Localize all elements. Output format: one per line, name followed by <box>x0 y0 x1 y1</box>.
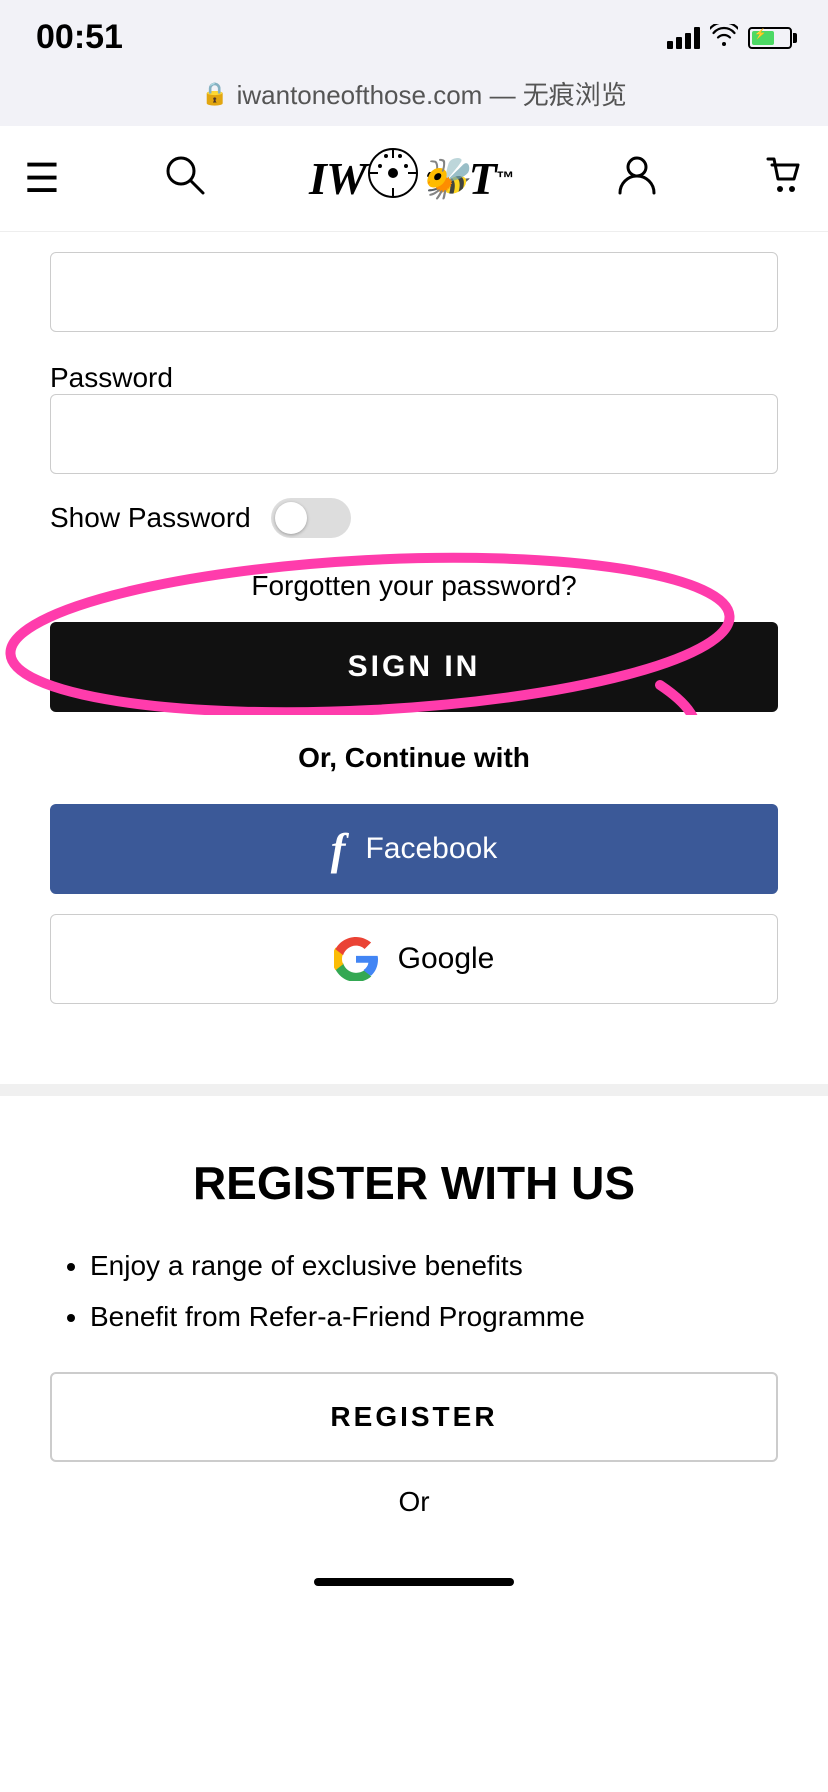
sign-in-container: Forgotten your password? SIGN IN <box>50 570 778 712</box>
bottom-or-label: Or <box>50 1486 778 1518</box>
register-benefits-list: Enjoy a range of exclusive benefits Bene… <box>50 1246 778 1336</box>
search-icon[interactable] <box>163 153 205 205</box>
facebook-login-button[interactable]: f Facebook <box>50 804 778 894</box>
facebook-label: Facebook <box>365 832 497 866</box>
status-time: 00:51 <box>36 18 123 57</box>
benefit-item-1: Enjoy a range of exclusive benefits <box>90 1246 778 1285</box>
site-logo[interactable]: I W 🐝 T ™ <box>309 146 513 211</box>
register-title: REGISTER WITH US <box>50 1156 778 1210</box>
show-password-row: Show Password <box>50 498 778 538</box>
register-section: REGISTER WITH US Enjoy a range of exclus… <box>0 1116 828 1558</box>
google-label: Google <box>398 942 495 976</box>
section-divider <box>0 1084 828 1096</box>
battery-icon <box>748 27 792 49</box>
or-continue-label: Or, Continue with <box>50 742 778 774</box>
password-input[interactable] <box>50 394 778 474</box>
register-button[interactable]: REGISTER <box>50 1372 778 1462</box>
benefit-item-2: Benefit from Refer-a-Friend Programme <box>90 1297 778 1336</box>
status-icons <box>667 24 792 52</box>
url-text: iwantoneofthose.com — 无痕浏览 <box>237 75 627 112</box>
toggle-knob <box>275 502 307 534</box>
password-label: Password <box>50 362 173 393</box>
url-bar: 🔒 iwantoneofthose.com — 无痕浏览 <box>0 67 828 126</box>
lock-icon: 🔒 <box>201 81 228 107</box>
menu-icon[interactable]: ☰ <box>24 156 60 202</box>
nav-header: ☰ I W 🐝 T ™ <box>0 126 828 232</box>
google-icon <box>334 937 378 981</box>
cart-icon[interactable] <box>762 153 804 205</box>
forgotten-password-link[interactable]: Forgotten your password? <box>50 570 778 602</box>
wifi-icon <box>710 24 738 52</box>
status-bar: 00:51 <box>0 0 828 67</box>
signal-bars-icon <box>667 27 700 49</box>
email-field-partial <box>50 252 778 332</box>
show-password-label: Show Password <box>50 502 251 534</box>
google-login-button[interactable]: Google <box>50 914 778 1004</box>
sign-in-button[interactable]: SIGN IN <box>50 622 778 712</box>
facebook-icon: f <box>331 824 346 875</box>
show-password-toggle[interactable] <box>271 498 351 538</box>
login-form: Password Show Password Forgotten your pa… <box>0 232 828 1064</box>
home-indicator <box>314 1578 514 1586</box>
user-icon[interactable] <box>616 153 658 205</box>
